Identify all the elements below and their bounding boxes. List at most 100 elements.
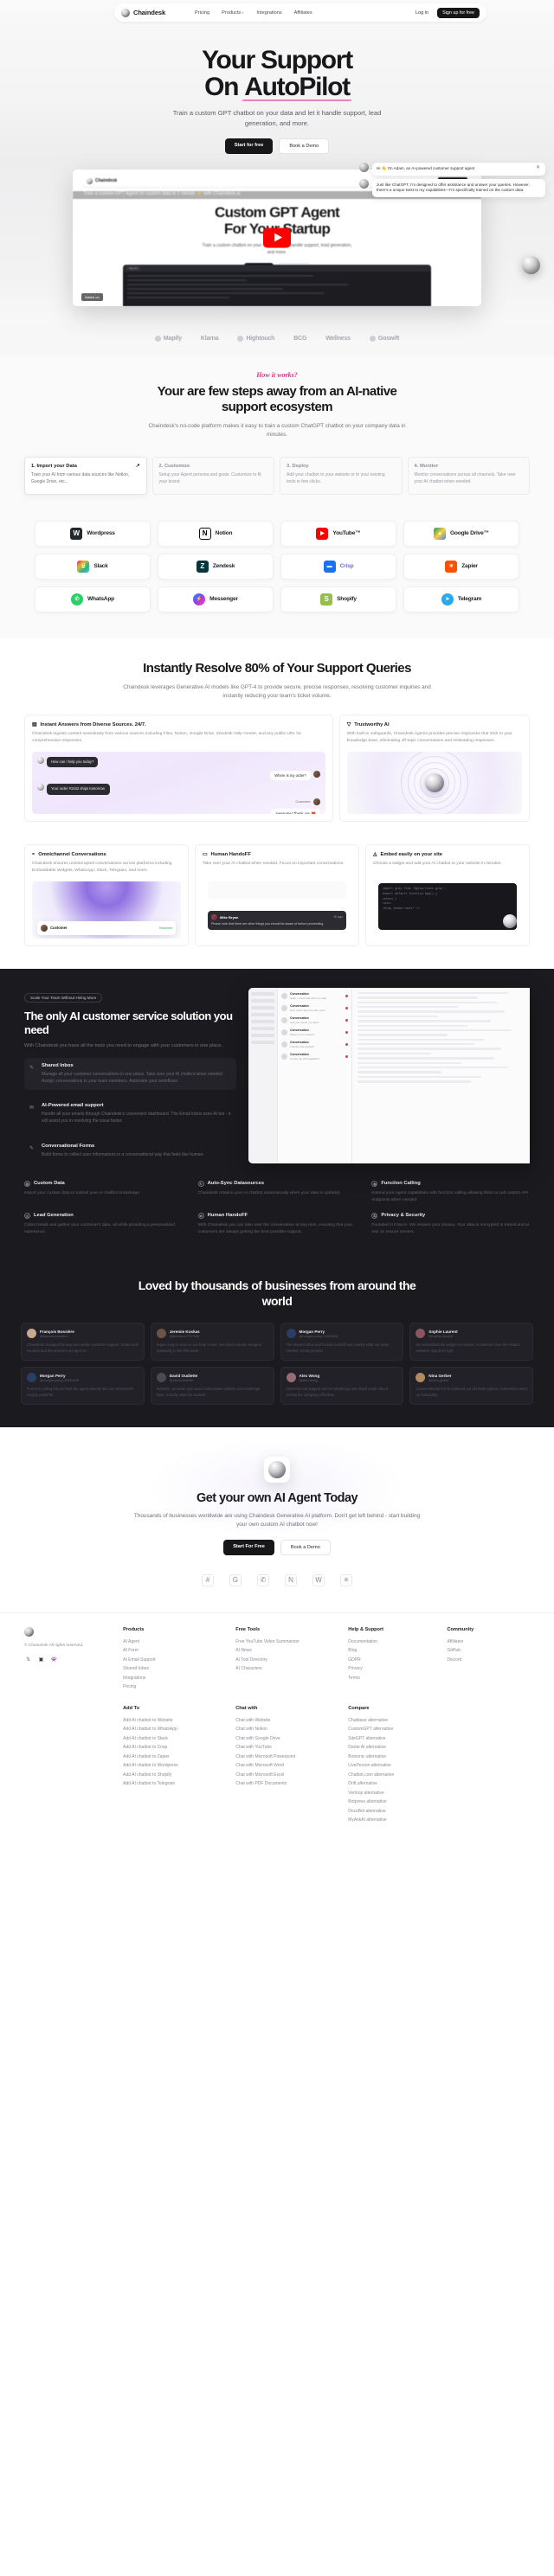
zendesk-icon: Z bbox=[196, 560, 209, 573]
footer-link[interactable]: AI Email Support bbox=[123, 1656, 229, 1665]
conversation-row[interactable]: Conversation How much does the plan cost? bbox=[281, 1004, 348, 1012]
footer-link[interactable]: Drift alternative bbox=[348, 1779, 530, 1789]
integration-telegram[interactable]: ➤ Telegram bbox=[403, 586, 519, 612]
footer-link[interactable]: LivePerson alternative bbox=[348, 1761, 530, 1771]
footer-link[interactable]: Add AI chatbot to Slack bbox=[123, 1734, 229, 1744]
conversation-row[interactable]: Conversation Hello, I need help with my o… bbox=[281, 992, 348, 1000]
login-link[interactable]: Log in bbox=[416, 10, 428, 16]
footer-link[interactable]: Affiliates bbox=[447, 1637, 530, 1647]
footer-link[interactable]: Botsonic alternative bbox=[348, 1753, 530, 1762]
conversation-row[interactable]: Conversation Is there an API available? bbox=[281, 1053, 348, 1061]
integration-zendesk[interactable]: Z Zendesk bbox=[158, 553, 274, 580]
footer-link[interactable]: Dante AI alternative bbox=[348, 1743, 530, 1753]
ai-avatar bbox=[37, 757, 44, 765]
footer-link[interactable]: Integrations bbox=[123, 1674, 229, 1683]
play-icon[interactable] bbox=[263, 227, 291, 248]
footer-link[interactable]: Verloop alternative bbox=[348, 1789, 530, 1798]
footer-link[interactable]: Botpress alternative bbox=[348, 1797, 530, 1807]
footer-link[interactable]: Discord bbox=[447, 1656, 530, 1665]
integration-zapier[interactable]: ✳ Zapier bbox=[403, 553, 519, 580]
footer-link[interactable]: GDPR bbox=[348, 1656, 440, 1665]
footer-link[interactable]: SiteGPT alternative bbox=[348, 1734, 530, 1744]
step-card-4[interactable]: 4. Monitor Monitor conversations across … bbox=[407, 457, 530, 495]
footer-link[interactable]: Terms bbox=[348, 1674, 440, 1683]
footer-link[interactable]: Chat with Website bbox=[235, 1716, 341, 1726]
footer-link[interactable]: DocsBot alternative bbox=[348, 1807, 530, 1817]
hero-start-free-button[interactable]: Start for free bbox=[224, 138, 274, 154]
signup-button[interactable]: Sign up for free bbox=[437, 7, 480, 18]
conversation-row[interactable]: Conversation Thanks, that worked! bbox=[281, 1041, 348, 1048]
nav-link-affiliates[interactable]: Affiliates bbox=[294, 10, 312, 16]
footer-link[interactable]: GitHub bbox=[447, 1646, 530, 1656]
x-icon[interactable]: 𝕏 bbox=[24, 1656, 32, 1663]
feature-email-support[interactable]: ✉ AI-Powered email support Handle all yo… bbox=[24, 1098, 236, 1131]
footer-link[interactable]: Documentation bbox=[348, 1637, 440, 1647]
footer-link[interactable]: Chat with Google Drive bbox=[235, 1734, 341, 1744]
mock-hero-line1: Custom GPT Agent bbox=[215, 203, 340, 221]
share-button[interactable]: Share bbox=[453, 292, 473, 301]
footer-link[interactable]: Add AI chatbot to Shopify bbox=[123, 1771, 229, 1780]
linkedin-icon[interactable]: ▣ bbox=[37, 1656, 45, 1663]
chat-launcher-button[interactable] bbox=[522, 255, 540, 274]
footer-link[interactable]: MyAskAI alternative bbox=[348, 1816, 530, 1825]
footer-link[interactable]: Chat with Microsoft Powerpoint bbox=[235, 1753, 341, 1762]
footer-link[interactable]: Blog bbox=[348, 1646, 440, 1656]
footer-link[interactable]: Add AI chatbot to Website bbox=[123, 1716, 229, 1726]
footer-link[interactable]: Chat with PDF Documents bbox=[235, 1779, 341, 1789]
footer-link[interactable]: Chat with Notion bbox=[235, 1725, 341, 1734]
integration-whatsapp[interactable]: ✆ WhatsApp bbox=[35, 586, 151, 612]
integration-crisp[interactable]: ▬ Crisp bbox=[280, 553, 396, 580]
nav-link-products[interactable]: Products ⌄ bbox=[222, 10, 244, 16]
footer-link[interactable]: Chatbase alternative bbox=[348, 1716, 530, 1726]
footer-link[interactable]: CustomGPT alternative bbox=[348, 1725, 530, 1734]
footer-link[interactable]: Privacy bbox=[348, 1664, 440, 1674]
footer-link[interactable]: Add AI chatbot to Zapier bbox=[123, 1753, 229, 1762]
step-card-3[interactable]: 3. Deploy Add your chatbot to your websi… bbox=[280, 457, 403, 495]
integration-shopify[interactable]: S Shopify bbox=[280, 586, 396, 612]
footer-link[interactable]: Add AI chatbot to Crisp bbox=[123, 1743, 229, 1753]
feature-shared-inbox[interactable]: ✎ Shared Inbox Manage all your customer … bbox=[24, 1057, 236, 1091]
footer-link[interactable]: AI News bbox=[235, 1646, 341, 1656]
footer-link[interactable]: AI Form bbox=[123, 1646, 229, 1656]
feature-conversational-forms[interactable]: ✎ Conversational Forms Build forms to co… bbox=[24, 1138, 236, 1163]
footer-link[interactable]: Add AI chatbot to WhatsApp bbox=[123, 1725, 229, 1734]
nav-link-pricing[interactable]: Pricing bbox=[195, 10, 209, 16]
step-card-2[interactable]: 2. Customize Setup your Agent persona an… bbox=[151, 457, 274, 495]
zapier-icon: ✳ bbox=[340, 1573, 352, 1586]
conversation-name: Conversation bbox=[290, 1028, 309, 1032]
brand[interactable]: Chaindesk bbox=[121, 8, 165, 17]
footer-link[interactable]: AI Agent bbox=[123, 1637, 229, 1647]
conversation-row[interactable]: Conversation Can you export my data? bbox=[281, 1016, 348, 1024]
hero-title-highlight: AutoPilot bbox=[242, 73, 351, 102]
footer-link[interactable]: AI Tool Directory bbox=[235, 1656, 341, 1665]
footer-link[interactable]: Chat with Microsoft Excel bbox=[235, 1771, 341, 1780]
footer-link[interactable]: Chat with YouTube bbox=[235, 1743, 341, 1753]
integration-youtube[interactable]: ▶ YouTube™ bbox=[280, 520, 396, 547]
hero-buttons: Start for free Book a Demo bbox=[0, 138, 554, 154]
integration-messenger[interactable]: ⚡ Messenger bbox=[158, 586, 274, 612]
footer-link[interactable]: Shared Inbox bbox=[123, 1664, 229, 1674]
conversation-row[interactable]: Conversation Where is my invoice? bbox=[281, 1028, 348, 1036]
footer-link[interactable]: Add AI chatbot to Wordpress bbox=[123, 1761, 229, 1771]
footer-link[interactable]: Pricing bbox=[123, 1682, 229, 1692]
nav-link-integrations[interactable]: Integrations bbox=[256, 10, 281, 16]
footer-link[interactable]: Chatbot.com alternative bbox=[348, 1771, 530, 1780]
cta-book-demo-button[interactable]: Book a Demo bbox=[280, 1539, 331, 1555]
footer-brand-column: © Chaindesk All rights reserved. 𝕏 ▣ 👾 bbox=[24, 1626, 116, 1692]
footer-link[interactable]: AI Characters bbox=[235, 1664, 341, 1674]
footer-link[interactable]: Free YouTube Video Summarizer bbox=[235, 1637, 341, 1647]
footer-link[interactable]: Add AI chatbot to Telegram bbox=[123, 1779, 229, 1789]
integration-wordpress[interactable]: W Wordpress bbox=[35, 520, 151, 547]
close-icon[interactable]: ✕ bbox=[536, 164, 540, 170]
step-card-1[interactable]: 1. Import your Data ↗ Train your AI from … bbox=[24, 457, 147, 495]
card-trustworthy-ai: ▽ Trustworthy AI With built-in safeguards… bbox=[338, 714, 530, 823]
integration-google-drive[interactable]: ▲ Google Drive™ bbox=[403, 520, 519, 547]
resolve-title: Instantly Resolve 80% of Your Support Qu… bbox=[143, 660, 411, 676]
integration-slack[interactable]: # Slack bbox=[35, 553, 151, 580]
cta-start-free-button[interactable]: Start For Free bbox=[223, 1539, 274, 1555]
hero-book-demo-button[interactable]: Book a Demo bbox=[279, 138, 330, 154]
discord-icon[interactable]: 👾 bbox=[50, 1656, 58, 1663]
testimonial-handle: @nina-gerber bbox=[428, 1378, 449, 1382]
footer-link[interactable]: Chat with Microsoft Word bbox=[235, 1761, 341, 1771]
integration-notion[interactable]: N Notion bbox=[158, 520, 274, 547]
